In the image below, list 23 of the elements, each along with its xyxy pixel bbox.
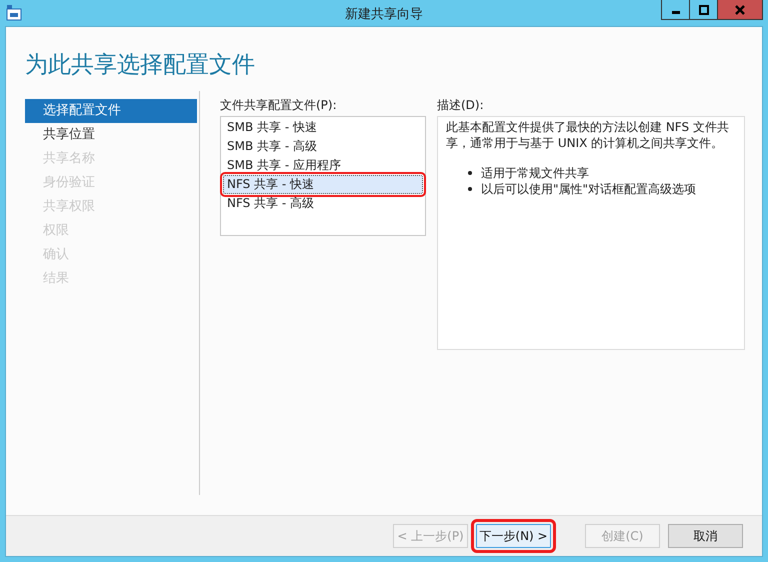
profile-item[interactable]: NFS 共享 - 快速	[223, 175, 423, 194]
description-label: 描述(D):	[437, 97, 485, 111]
close-icon	[735, 4, 745, 14]
description-text: 此基本配置文件提供了最快的方法以创建 NFS 文件共享，通常用于与基于 UNIX 的计算机之间共享文件。	[446, 119, 730, 151]
profile-item[interactable]: SMB 共享 - 应用程序	[223, 156, 423, 175]
wizard-step[interactable]: 共享位置	[25, 123, 197, 147]
wizard-step[interactable]: 选择配置文件	[25, 99, 197, 123]
profile-item[interactable]: NFS 共享 - 高级	[223, 194, 423, 213]
wizard-button[interactable]: 取消	[668, 524, 743, 548]
minimize-button[interactable]	[661, 0, 690, 20]
page-heading: 为此共享选择配置文件	[25, 51, 256, 80]
bullet-text: 以后可以使用"属性"对话框配置高级选项	[481, 180, 696, 198]
profiles-label: 文件共享配置文件(P):	[220, 97, 338, 111]
close-button[interactable]	[717, 0, 763, 20]
minimize-icon	[672, 11, 680, 14]
maximize-icon	[698, 4, 708, 14]
window-title: 新建共享向导	[345, 6, 423, 23]
bullet-icon	[468, 187, 472, 191]
bullet-icon	[468, 171, 472, 175]
share-folder-icon	[5, 4, 23, 22]
bullet-text: 适用于常规文件共享	[481, 164, 589, 182]
profile-item[interactable]: SMB 共享 - 高级	[223, 137, 423, 156]
profile-item[interactable]: SMB 共享 - 快速	[223, 118, 423, 137]
